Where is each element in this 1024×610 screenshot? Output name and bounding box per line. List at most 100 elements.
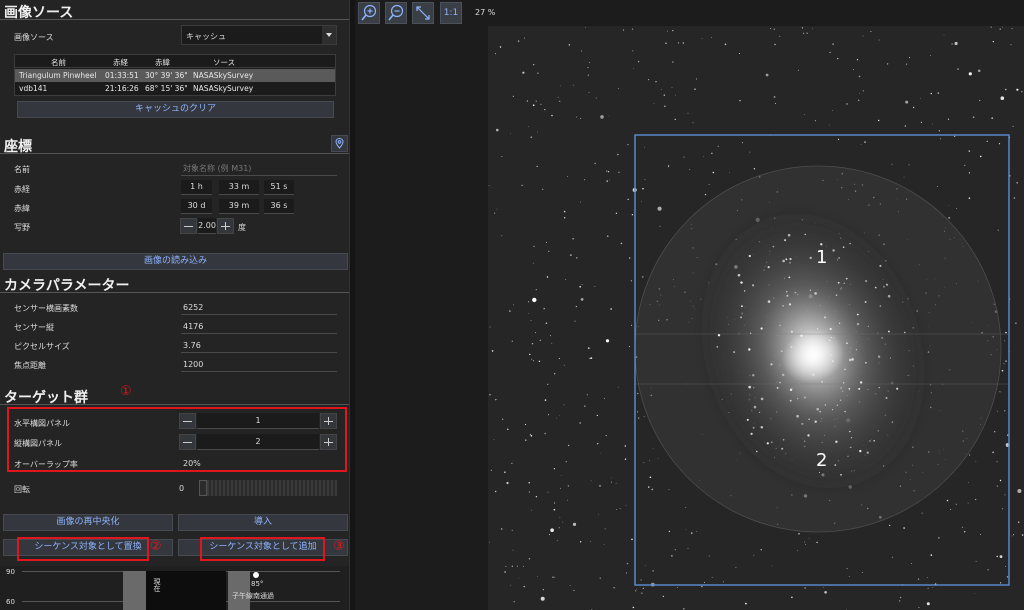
- star: [1011, 535, 1013, 537]
- star: [1012, 125, 1014, 127]
- star: [606, 180, 608, 182]
- star: [938, 130, 940, 132]
- star: [548, 534, 550, 536]
- sensor-width-value[interactable]: 6252: [183, 303, 203, 312]
- meridian-marker: [253, 572, 259, 578]
- star: [832, 43, 834, 45]
- fov-increase-button[interactable]: [217, 218, 234, 234]
- star: [536, 165, 538, 168]
- star: [1010, 44, 1012, 46]
- star: [672, 30, 674, 32]
- star: [630, 280, 632, 282]
- rotation-slider-handle[interactable]: [199, 480, 207, 496]
- star: [704, 193, 707, 196]
- galaxy-star: [782, 439, 785, 441]
- star: [1017, 489, 1022, 493]
- ra-hours-input[interactable]: 1 h: [181, 180, 212, 195]
- galaxy-star: [816, 328, 819, 330]
- star: [1015, 322, 1017, 324]
- pixel-size-value[interactable]: 3.76: [183, 341, 201, 350]
- star: [631, 28, 634, 30]
- star: [610, 481, 612, 483]
- galaxy-star: [812, 373, 815, 376]
- actual-size-button[interactable]: 1:1: [440, 2, 462, 24]
- annotation-3: ③: [333, 539, 345, 554]
- star: [905, 100, 909, 104]
- rotation-slider[interactable]: [199, 480, 337, 496]
- star: [662, 595, 664, 598]
- fit-to-screen-button[interactable]: [412, 2, 434, 24]
- star: [532, 297, 537, 303]
- star: [496, 208, 498, 210]
- star: [801, 27, 804, 29]
- dec-degrees-input[interactable]: 30 d: [181, 199, 212, 214]
- ra-seconds-input[interactable]: 51 s: [264, 180, 294, 195]
- dec-degrees-value: 30: [187, 201, 198, 210]
- sensor-width-label: センサー横画素数: [14, 304, 78, 313]
- sky-image[interactable]: 1 2: [488, 26, 1024, 610]
- sensor-height-value[interactable]: 4176: [183, 322, 203, 331]
- galaxy-star: [840, 473, 842, 476]
- star: [565, 279, 567, 280]
- table-row[interactable]: vdb141 21:16:26 68° 15' 36" NASASkySurve…: [15, 82, 335, 95]
- location-pin-button[interactable]: [331, 135, 348, 152]
- target-name-input[interactable]: 対象名称 (例 M31): [183, 163, 251, 174]
- star: [651, 488, 654, 491]
- fov-input[interactable]: 2.00: [198, 218, 216, 234]
- galaxy-star: [790, 330, 793, 333]
- dec-label: 赤緯: [14, 204, 30, 213]
- star: [491, 350, 494, 352]
- star: [1005, 565, 1006, 567]
- galaxy-star: [837, 281, 840, 284]
- star: [974, 593, 976, 594]
- galaxy-star: [851, 358, 854, 361]
- left-panel: 画像ソース 画像ソース キャッシュ 名前 赤経 赤緯 ソース Triangulu…: [0, 0, 349, 610]
- galaxy-star: [740, 316, 743, 319]
- star: [605, 435, 607, 437]
- focal-length-value[interactable]: 1200: [183, 360, 203, 369]
- star: [903, 527, 905, 529]
- galaxy-star: [869, 440, 871, 442]
- ra-minutes-input[interactable]: 33 m: [219, 180, 259, 195]
- star: [572, 522, 577, 526]
- star: [556, 540, 558, 541]
- galaxy-star: [807, 434, 810, 437]
- star: [806, 32, 808, 34]
- star: [655, 81, 657, 83]
- dec-seconds-input[interactable]: 36 s: [264, 199, 294, 214]
- star: [1004, 410, 1006, 412]
- cache-table: 名前 赤経 赤緯 ソース Triangulum Pinwheel 01:33:5…: [14, 54, 336, 96]
- zoom-out-button[interactable]: [385, 2, 407, 24]
- star: [765, 73, 769, 77]
- star: [512, 95, 514, 97]
- star: [1001, 369, 1004, 372]
- galaxy-star: [750, 332, 752, 334]
- image-source-select[interactable]: キャッシュ: [181, 25, 337, 45]
- dec-minutes-input[interactable]: 39 m: [219, 199, 259, 214]
- row-dec: 30° 39' 36": [145, 71, 188, 80]
- star: [529, 434, 531, 436]
- galaxy-star: [800, 334, 803, 337]
- star: [652, 448, 654, 449]
- fov-decrease-button[interactable]: [180, 218, 197, 234]
- star: [540, 596, 545, 601]
- star: [939, 138, 941, 140]
- clear-cache-button[interactable]: キャッシュのクリア: [17, 101, 334, 118]
- star: [798, 69, 799, 71]
- star: [663, 94, 665, 96]
- altitude-axis-tick: 90: [6, 568, 15, 576]
- load-image-button[interactable]: 画像の読み込み: [3, 253, 348, 270]
- table-row[interactable]: Triangulum Pinwheel 01:33:51 30° 39' 36"…: [15, 69, 335, 82]
- chevron-down-icon[interactable]: [322, 26, 336, 44]
- star: [1016, 88, 1019, 91]
- galaxy-star: [868, 251, 870, 252]
- star: [644, 146, 645, 148]
- star: [502, 418, 504, 420]
- star: [563, 364, 565, 366]
- recenter-image-button[interactable]: 画像の再中央化: [3, 514, 173, 531]
- star: [512, 549, 514, 551]
- star: [567, 176, 568, 177]
- import-button[interactable]: 導入: [178, 514, 348, 531]
- star: [637, 392, 639, 395]
- zoom-in-button[interactable]: [358, 2, 380, 24]
